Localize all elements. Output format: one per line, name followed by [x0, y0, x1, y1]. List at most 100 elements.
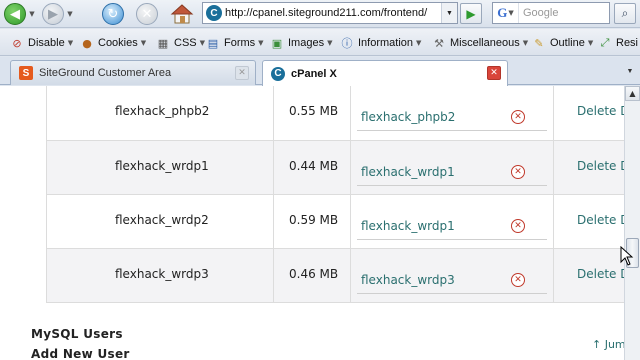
reload-button[interactable]: ↻: [102, 2, 124, 26]
table-row: flexhack_wrdp2 0.59 MB flexhack_wrdp1 ✕ …: [46, 194, 624, 249]
tab-siteground-customer-area[interactable]: S SiteGround Customer Area ✕: [10, 60, 256, 85]
database-name: flexhack_wrdp3: [46, 248, 274, 303]
back-button[interactable]: ◀: [4, 2, 26, 26]
chevron-down-icon: ▼: [327, 39, 333, 47]
siteground-favicon-icon: S: [19, 66, 33, 80]
chevron-down-icon: ▼: [140, 39, 147, 47]
cpanel-favicon-icon: C: [271, 66, 285, 81]
jump-to-top-link[interactable]: ↑ Jum: [592, 338, 624, 351]
chevron-up-icon: ▲: [629, 89, 636, 98]
database-users-cell: flexhack_phpb2 ✕: [350, 86, 554, 141]
delete-database-link[interactable]: Delete D: [577, 213, 624, 227]
delete-database-link[interactable]: Delete D: [577, 104, 624, 118]
search-box[interactable]: G ▼ Google: [492, 2, 610, 24]
devbar-label: CSS: [174, 37, 197, 49]
forward-button[interactable]: ▶: [42, 2, 64, 26]
table-row: flexhack_wrdp1 0.44 MB flexhack_wrdp1 ✕ …: [46, 140, 624, 195]
forward-arrow-icon: ▶: [42, 3, 64, 25]
database-actions-cell: Delete D: [553, 86, 624, 141]
tab-label: cPanel X: [291, 67, 337, 80]
devbar-label: Forms: [224, 37, 256, 49]
devbar-cookies[interactable]: ● Cookies ▼: [80, 34, 146, 52]
devbar-label: Disable: [28, 37, 65, 49]
search-engine-selector[interactable]: G ▼: [493, 3, 519, 23]
url-history-dropdown[interactable]: ▼: [441, 3, 457, 23]
database-size: 0.46 MB: [273, 248, 351, 303]
google-icon: G: [497, 5, 508, 20]
delete-database-link[interactable]: Delete D: [577, 159, 624, 173]
database-actions-cell: Delete D: [553, 248, 624, 303]
devbar-label: Outline: [550, 37, 585, 49]
devbar-label: Cookies: [98, 37, 138, 49]
devbar-resize[interactable]: ⤢ Resi: [598, 34, 638, 52]
tab-label: SiteGround Customer Area: [39, 67, 172, 79]
tab-list-button[interactable]: ▼: [624, 64, 636, 78]
chevron-down-icon: ▼: [29, 10, 35, 18]
remove-user-icon[interactable]: ✕: [511, 218, 525, 233]
devbar-label: Resi: [616, 37, 639, 49]
chevron-down-icon: ▼: [67, 39, 74, 47]
scrollbar-thumb[interactable]: [626, 238, 639, 268]
database-user-link[interactable]: flexhack_wrdp1: [361, 219, 455, 233]
go-button[interactable]: ▶: [460, 3, 482, 24]
devbar-css[interactable]: ▦ CSS ▼: [156, 34, 205, 52]
site-favicon-icon: C: [206, 5, 222, 21]
devbar-outline[interactable]: ✎ Outline ▼: [532, 34, 593, 52]
delete-database-link[interactable]: Delete D: [577, 267, 624, 281]
database-name: flexhack_phpb2: [46, 86, 274, 141]
chevron-down-icon: ▼: [416, 39, 422, 47]
devbar-miscellaneous[interactable]: ⚒ Miscellaneous ▼: [432, 34, 528, 52]
database-user-link[interactable]: flexhack_phpb2: [361, 110, 455, 124]
database-actions-cell: Delete D: [553, 140, 624, 195]
devbar-disable[interactable]: ⊘ Disable ▼: [10, 34, 73, 52]
css-icon: ▦: [157, 36, 169, 50]
close-icon: ✕: [238, 68, 246, 78]
chevron-down-icon: ▼: [258, 39, 264, 47]
tab-close-button[interactable]: ✕: [487, 66, 501, 80]
devbar-label: Miscellaneous: [450, 37, 520, 49]
stop-button[interactable]: ✕: [136, 2, 158, 26]
developer-toolbar: ⊘ Disable ▼ ● Cookies ▼ ▦ CSS ▼ ▤ Forms …: [0, 29, 640, 56]
remove-user-icon[interactable]: ✕: [511, 272, 525, 287]
url-input[interactable]: http://cpanel.siteground211.com/frontend…: [225, 7, 441, 19]
home-button[interactable]: [170, 2, 194, 26]
devbar-label: Information: [358, 37, 414, 49]
database-user-link[interactable]: flexhack_wrdp1: [361, 165, 455, 179]
tab-close-button[interactable]: ✕: [235, 66, 249, 80]
address-bar[interactable]: C http://cpanel.siteground211.com/fronte…: [202, 2, 458, 24]
go-arrow-icon: ▶: [466, 6, 476, 21]
stop-icon: ✕: [136, 3, 158, 25]
person-icon: ●: [82, 36, 92, 50]
navigation-toolbar: ◀ ▼ ▶ ▼ ↻ ✕ C http://cpanel.siteground21…: [0, 0, 640, 28]
devbar-information[interactable]: ⓘ Information ▼: [340, 34, 422, 52]
chevron-down-icon: ▼: [508, 9, 514, 17]
back-history-dropdown[interactable]: ▼: [28, 2, 36, 26]
page-content: flexhack_phpb2 0.55 MB flexhack_phpb2 ✕ …: [0, 86, 624, 360]
home-icon: [170, 4, 194, 24]
chevron-down-icon: ▼: [199, 39, 206, 47]
no-entry-icon: ⊘: [12, 36, 22, 50]
search-input[interactable]: Google: [519, 7, 558, 19]
table-row: flexhack_wrdp3 0.46 MB flexhack_wrdp3 ✕ …: [46, 248, 624, 303]
tab-cpanel-x[interactable]: C cPanel X ✕: [262, 60, 508, 86]
devbar-images[interactable]: ▣ Images ▼: [270, 34, 333, 52]
back-arrow-icon: ◀: [4, 3, 26, 25]
database-user-link[interactable]: flexhack_wrdp3: [361, 273, 455, 287]
forward-history-dropdown[interactable]: ▼: [66, 2, 74, 26]
database-actions-cell: Delete D: [553, 194, 624, 249]
vertical-scrollbar[interactable]: ▲: [624, 86, 640, 360]
database-users-cell: flexhack_wrdp1 ✕: [350, 140, 554, 195]
remove-user-icon[interactable]: ✕: [511, 110, 525, 124]
resize-icon: ⤢: [600, 36, 610, 49]
scroll-up-button[interactable]: ▲: [625, 86, 640, 101]
search-icon: ⌕: [621, 6, 629, 20]
info-icon: ⓘ: [341, 37, 353, 50]
chevron-down-icon: ▼: [587, 39, 594, 47]
remove-user-icon[interactable]: ✕: [511, 164, 525, 179]
devbar-forms[interactable]: ▤ Forms ▼: [206, 34, 264, 52]
databases-table: flexhack_phpb2 0.55 MB flexhack_phpb2 ✕ …: [46, 86, 624, 303]
image-icon: ▣: [271, 36, 283, 50]
reload-icon: ↻: [102, 3, 124, 25]
chevron-down-icon: ▼: [522, 39, 529, 47]
search-button[interactable]: ⌕: [614, 3, 636, 24]
